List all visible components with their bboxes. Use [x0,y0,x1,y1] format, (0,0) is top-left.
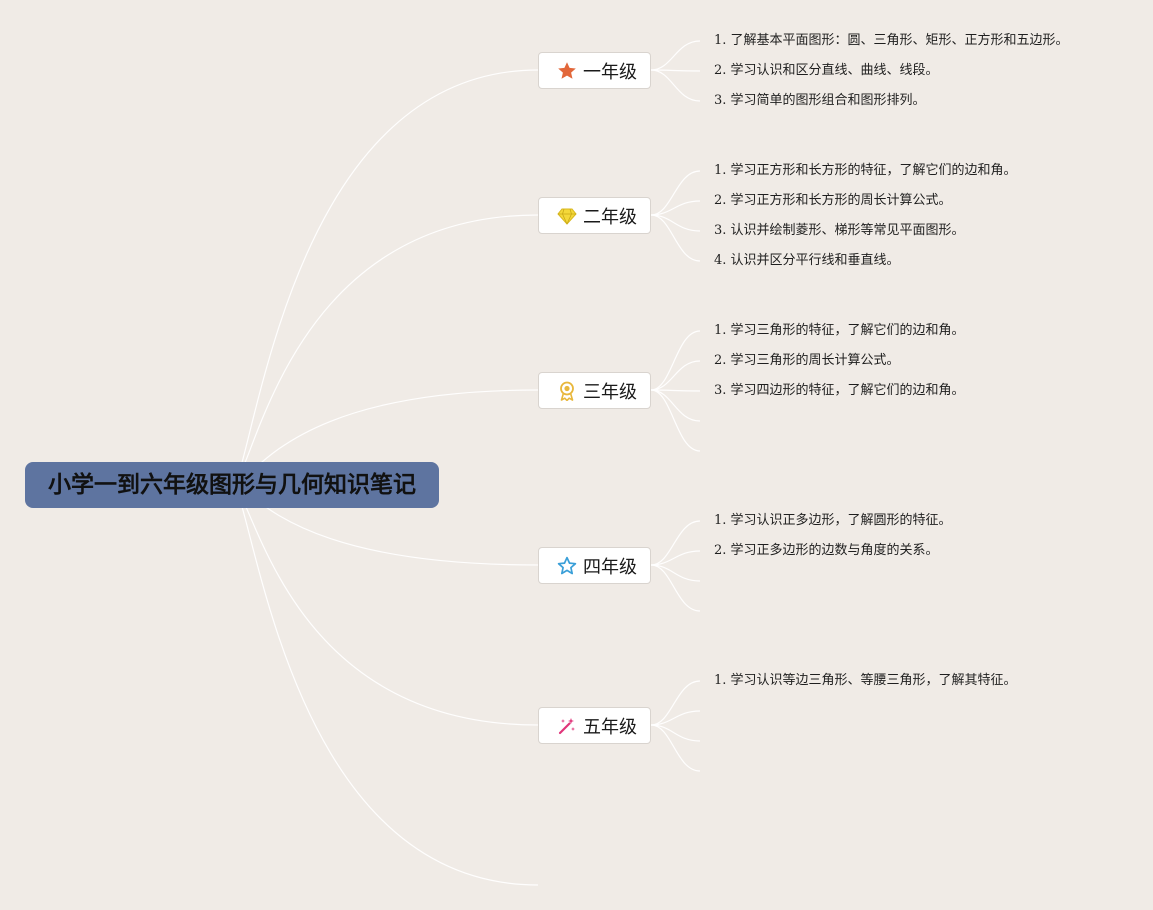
topic-grade-4[interactable]: 四年级 [538,547,651,584]
subtopic-grade-1-item-2[interactable]: 2. 学习认识和区分直线、曲线、线段。 [714,61,939,81]
magic-wand-icon [556,715,578,737]
subtopic-grade-3-item-2[interactable]: 2. 学习三角形的周长计算公式。 [714,351,900,371]
subtopic-grade-2-item-3[interactable]: 3. 认识并绘制菱形、梯形等常见平面图形。 [714,221,965,241]
subtopic-grade-2-item-2[interactable]: 2. 学习正方形和长方形的周长计算公式。 [714,191,952,211]
root-title: 小学一到六年级图形与几何知识笔记 [48,472,416,498]
subtopic-grade-4-item-1[interactable]: 1. 学习认识正多边形，了解圆形的特征。 [714,511,952,531]
topic-grade-3[interactable]: 三年级 [538,372,651,409]
topic-grade-1-label: 一年级 [583,61,637,83]
topic-grade-1[interactable]: 一年级 [538,52,651,89]
subtopic-grade-4-item-2[interactable]: 2. 学习正多边形的边数与角度的关系。 [714,541,939,561]
topic-grade-2-label: 二年级 [583,206,637,228]
star-outline-icon [556,555,578,577]
topic-grade-3-label: 三年级 [583,381,637,403]
topic-grade-5-label: 五年级 [583,716,637,738]
mindmap-canvas: 小学一到六年级图形与几何知识笔记 一年级 1. 了解基本平面图形：圆、三角形、矩… [0,0,1153,910]
connector-lines [234,40,701,886]
subtopic-grade-5-item-1[interactable]: 1. 学习认识等边三角形、等腰三角形，了解其特征。 [714,671,1017,691]
subtopic-grade-2-item-4[interactable]: 4. 认识并区分平行线和垂直线。 [714,251,900,271]
subtopic-grade-3-item-1[interactable]: 1. 学习三角形的特征，了解它们的边和角。 [714,321,965,341]
medal-icon [556,380,578,402]
subtopic-grade-1-item-3[interactable]: 3. 学习简单的图形组合和图形排列。 [714,91,926,111]
diamond-icon [556,205,578,227]
star-icon [556,60,578,82]
subtopic-grade-2-item-1[interactable]: 1. 学习正方形和长方形的特征，了解它们的边和角。 [714,161,1017,181]
topic-grade-2[interactable]: 二年级 [538,197,651,234]
subtopic-grade-3-item-3[interactable]: 3. 学习四边形的特征，了解它们的边和角。 [714,381,965,401]
root-topic[interactable]: 小学一到六年级图形与几何知识笔记 [25,462,439,508]
topic-grade-4-label: 四年级 [583,556,637,578]
subtopic-grade-1-item-1[interactable]: 1. 了解基本平面图形：圆、三角形、矩形、正方形和五边形。 [714,31,1069,51]
topic-grade-5[interactable]: 五年级 [538,707,651,744]
